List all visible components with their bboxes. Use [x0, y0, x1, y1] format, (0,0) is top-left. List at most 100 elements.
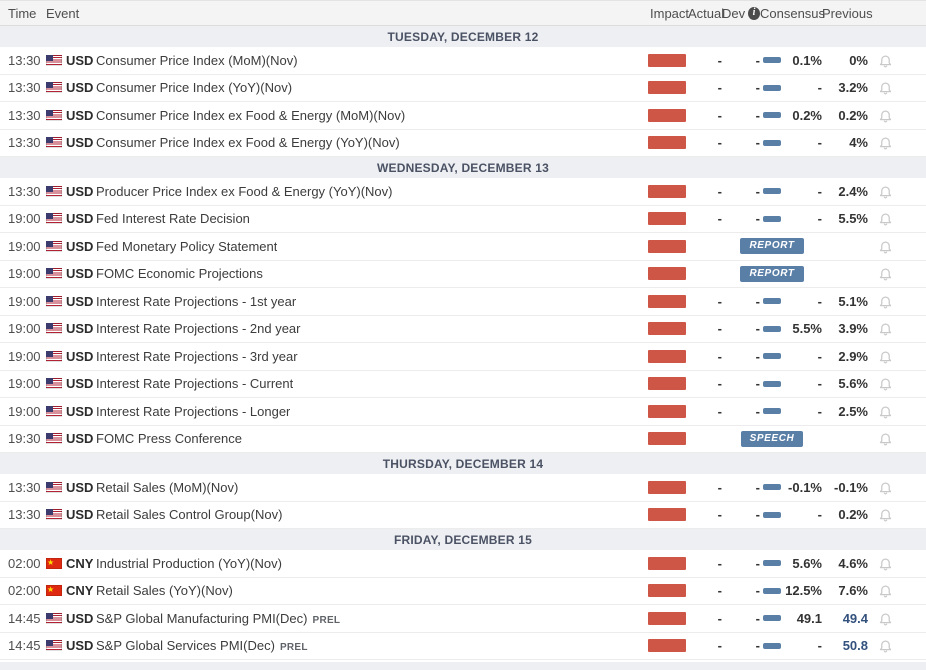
day-header-title: TUESDAY, DECEMBER 12 [387, 29, 539, 44]
event-name[interactable]: S&P Global Services PMI(Dec) [96, 638, 275, 653]
us-flag-icon [46, 82, 62, 94]
previous-value: 7.6% [838, 583, 868, 599]
event-badge[interactable] [763, 587, 781, 594]
event-name[interactable]: Interest Rate Projections - Longer [96, 404, 290, 419]
event-badge[interactable] [763, 408, 781, 415]
dev-info-icon[interactable]: i [748, 6, 760, 20]
event-name[interactable]: Retail Sales (MoM)(Nov) [96, 480, 238, 495]
event-row[interactable]: 19:00 USD Interest Rate Projections - 3r… [0, 343, 926, 371]
previous-value: 5.1% [838, 293, 868, 309]
currency-code: USD [66, 107, 94, 123]
alert-bell-icon[interactable] [878, 184, 893, 199]
alert-bell-icon[interactable] [878, 583, 893, 598]
event-badge[interactable] [763, 325, 781, 332]
event-row[interactable]: 14:45 USD S&P Global Manufacturing PMI(D… [0, 605, 926, 633]
event-badge[interactable] [763, 484, 781, 491]
calendar-column-header: Time Event Impact Actual Dev i Consensus… [0, 0, 926, 26]
alert-bell-icon[interactable] [878, 431, 893, 446]
event-name[interactable]: Consumer Price Index ex Food & Energy (M… [96, 108, 405, 123]
alert-bell-icon[interactable] [878, 556, 893, 571]
event-row[interactable]: 13:30 USD Retail Sales (MoM)(Nov) - - -0… [0, 474, 926, 502]
event-time: 19:00 [8, 376, 41, 392]
currency-code: USD [66, 610, 94, 626]
event-name[interactable]: Consumer Price Index (YoY)(Nov) [96, 80, 292, 95]
alert-bell-icon[interactable] [878, 376, 893, 391]
event-badge[interactable] [763, 353, 781, 360]
event-name[interactable]: FOMC Economic Projections [96, 266, 263, 281]
event-time: 19:00 [8, 211, 41, 227]
currency-code: USD [66, 80, 94, 96]
calendar-body: TUESDAY, DECEMBER 12 13:30 USD Consumer … [0, 26, 926, 660]
event-badge[interactable] [763, 298, 781, 305]
event-badge[interactable] [763, 511, 781, 518]
event-row[interactable]: 13:30 USD Consumer Price Index (MoM)(Nov… [0, 47, 926, 75]
event-row[interactable]: 02:00 CNY Retail Sales (YoY)(Nov) - - 12… [0, 578, 926, 605]
alert-bell-icon[interactable] [878, 239, 893, 254]
event-time: 19:00 [8, 348, 41, 364]
event-name[interactable]: Retail Sales (YoY)(Nov) [96, 583, 233, 598]
event-name[interactable]: S&P Global Manufacturing PMI(Dec) [96, 611, 307, 626]
alert-bell-icon[interactable] [878, 80, 893, 95]
actual-value: - [717, 135, 722, 151]
alert-bell-icon[interactable] [878, 294, 893, 309]
event-badge[interactable] [763, 615, 781, 622]
event-badge[interactable] [763, 642, 781, 649]
event-name[interactable]: Interest Rate Projections - 1st year [96, 294, 296, 309]
event-badge[interactable]: REPORT [740, 265, 804, 282]
event-row[interactable]: 13:30 USD Consumer Price Index (YoY)(Nov… [0, 75, 926, 102]
event-name[interactable]: Fed Monetary Policy Statement [96, 239, 277, 254]
event-badge-wrap [722, 550, 822, 577]
alert-bell-icon[interactable] [878, 211, 893, 226]
currency-code: USD [66, 135, 94, 151]
event-badge[interactable]: SPEECH [740, 430, 804, 447]
alert-bell-icon[interactable] [878, 638, 893, 653]
event-row[interactable]: 19:00 USD Interest Rate Projections - 1s… [0, 288, 926, 316]
event-badge[interactable] [763, 57, 781, 64]
event-row[interactable]: 19:00 USD Interest Rate Projections - 2n… [0, 316, 926, 343]
event-badge[interactable]: REPORT [740, 238, 804, 255]
previous-value: 0.2% [838, 507, 868, 523]
alert-bell-icon[interactable] [878, 321, 893, 336]
event-badge[interactable] [763, 215, 781, 222]
event-name[interactable]: Retail Sales Control Group(Nov) [96, 507, 282, 522]
event-name[interactable]: Fed Interest Rate Decision [96, 211, 250, 226]
event-row[interactable]: 13:30 USD Consumer Price Index ex Food &… [0, 102, 926, 130]
event-badge[interactable] [763, 112, 781, 119]
event-name[interactable]: FOMC Press Conference [96, 431, 242, 446]
alert-bell-icon[interactable] [878, 611, 893, 626]
event-name[interactable]: Consumer Price Index ex Food & Energy (Y… [96, 135, 400, 150]
alert-bell-icon[interactable] [878, 404, 893, 419]
alert-bell-icon[interactable] [878, 135, 893, 150]
event-name[interactable]: Producer Price Index ex Food & Energy (Y… [96, 184, 393, 199]
alert-bell-icon[interactable] [878, 266, 893, 281]
event-row[interactable]: 14:45 USD S&P Global Services PMI(Dec) P… [0, 633, 926, 660]
event-badge[interactable] [763, 380, 781, 387]
event-badge[interactable] [763, 84, 781, 91]
event-row[interactable]: 19:00 USD FOMC Economic Projections REPO… [0, 261, 926, 288]
alert-bell-icon[interactable] [878, 53, 893, 68]
event-name[interactable]: Interest Rate Projections - 2nd year [96, 321, 301, 336]
event-row[interactable]: 13:30 USD Consumer Price Index ex Food &… [0, 130, 926, 157]
alert-bell-icon[interactable] [878, 349, 893, 364]
event-name[interactable]: Interest Rate Projections - 3rd year [96, 349, 298, 364]
alert-bell-icon[interactable] [878, 507, 893, 522]
previous-value: 0.2% [838, 107, 868, 123]
event-name[interactable]: Industrial Production (YoY)(Nov) [96, 556, 282, 571]
event-row[interactable]: 19:00 USD Interest Rate Projections - Lo… [0, 398, 926, 426]
event-row[interactable]: 13:30 USD Retail Sales Control Group(Nov… [0, 502, 926, 529]
event-row[interactable]: 13:30 USD Producer Price Index ex Food &… [0, 178, 926, 206]
event-row[interactable]: 19:00 USD Fed Interest Rate Decision - -… [0, 206, 926, 233]
event-badge[interactable] [763, 188, 781, 195]
event-badge[interactable] [763, 139, 781, 146]
event-row[interactable]: 19:30 USD FOMC Press Conference SPEECH [0, 426, 926, 453]
alert-bell-icon[interactable] [878, 480, 893, 495]
event-badge[interactable] [763, 560, 781, 567]
event-row[interactable]: 02:00 CNY Industrial Production (YoY)(No… [0, 550, 926, 578]
impact-bar [648, 432, 686, 446]
event-name[interactable]: Consumer Price Index (MoM)(Nov) [96, 53, 298, 68]
alert-bell-icon[interactable] [878, 108, 893, 123]
event-row[interactable]: 19:00 USD Interest Rate Projections - Cu… [0, 371, 926, 398]
actual-value: - [717, 80, 722, 96]
event-row[interactable]: 19:00 USD Fed Monetary Policy Statement … [0, 233, 926, 261]
event-name[interactable]: Interest Rate Projections - Current [96, 376, 293, 391]
